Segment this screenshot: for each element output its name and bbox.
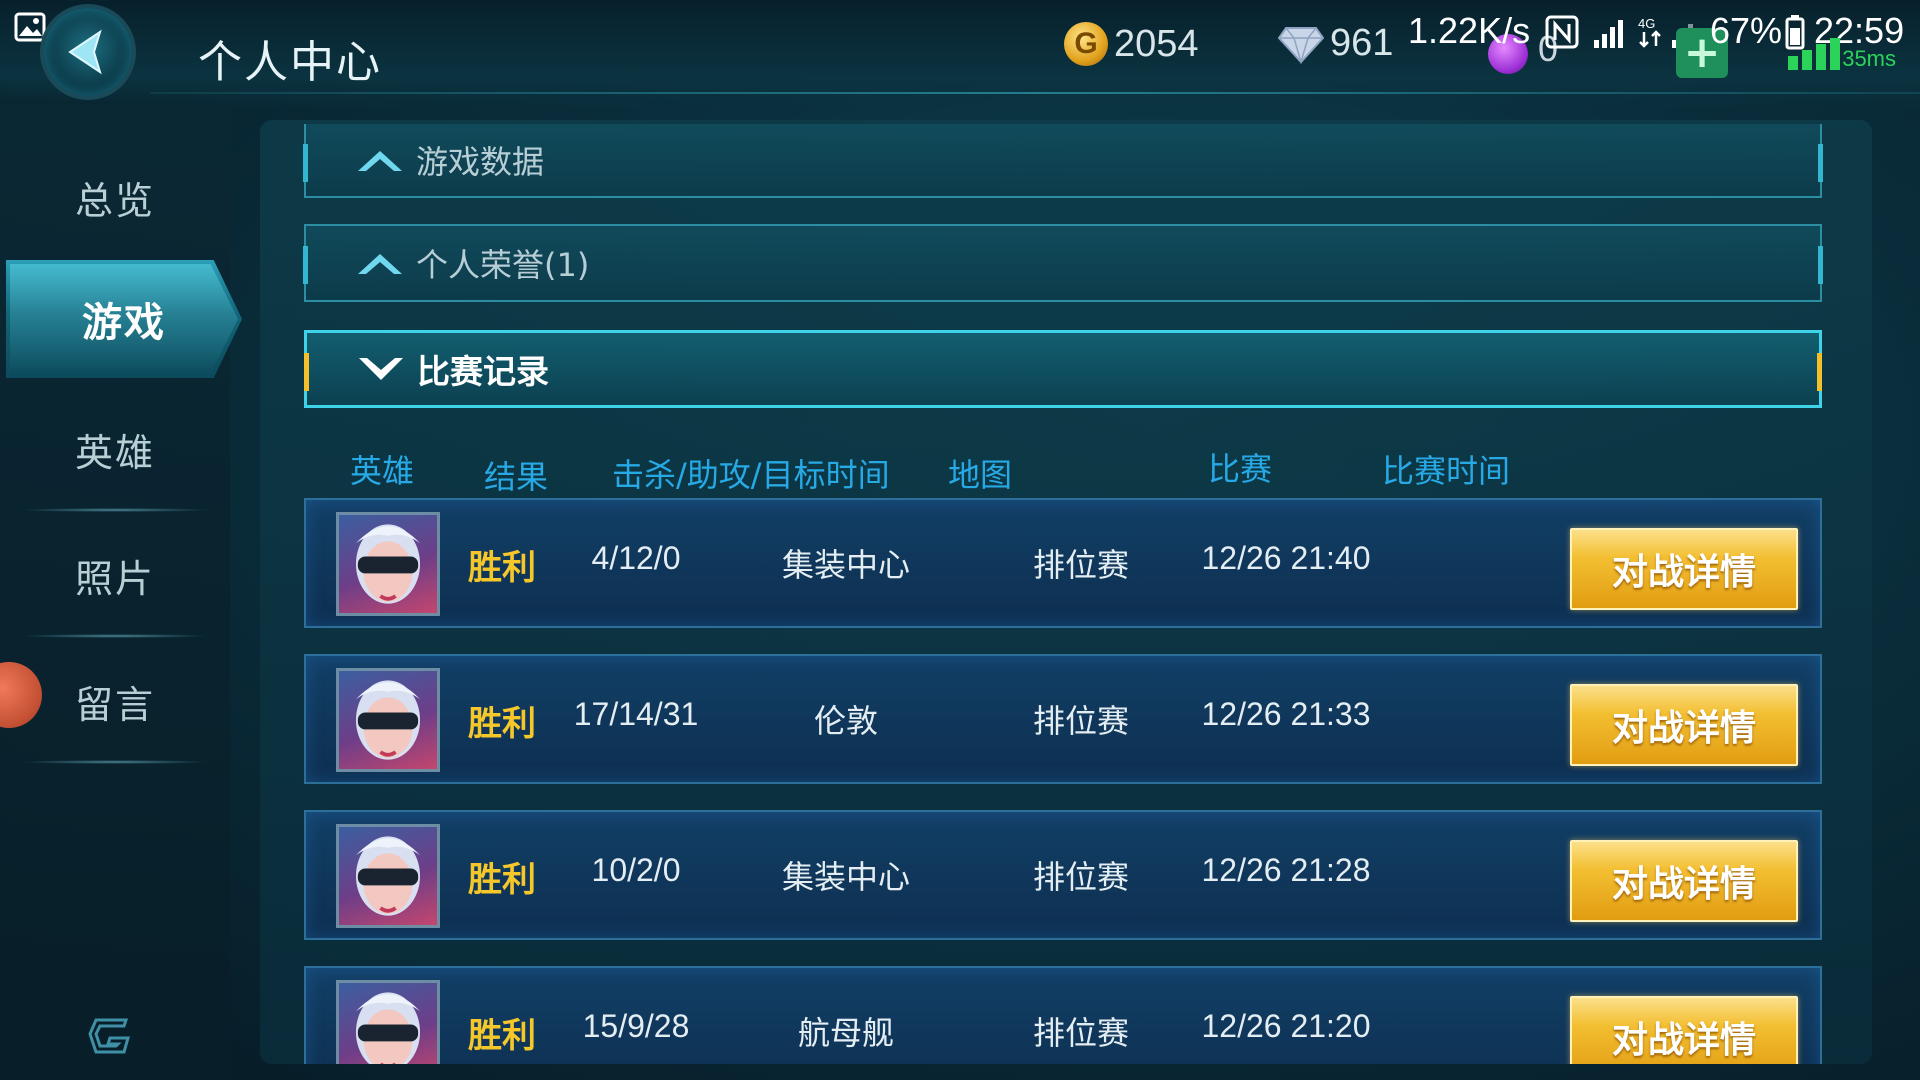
sidebar-item-label: 总览 <box>74 178 155 223</box>
battle-details-button[interactable]: 对战详情 <box>1570 528 1798 610</box>
hero-avatar <box>336 512 440 616</box>
section-game-data[interactable]: 游戏数据 <box>303 124 1823 198</box>
sidebar-divider <box>20 634 210 638</box>
match-result: 胜利 <box>468 705 536 743</box>
match-map: 集装中心 <box>781 547 910 583</box>
section-label: 游戏数据 <box>416 143 545 181</box>
hero-avatar <box>336 980 440 1064</box>
chevron-up-icon <box>358 254 402 274</box>
table-row[interactable]: 胜利 15/9/28 航母舰 排位赛 12/26 21:20 对战详情 <box>304 966 1822 1064</box>
column-header: 英雄 <box>350 452 415 490</box>
match-mode: 排位赛 <box>1032 547 1129 583</box>
sidebar-item-label: 留言 <box>74 682 155 727</box>
section-label: 个人荣誉(1) <box>416 246 590 284</box>
match-time: 12/26 21:28 <box>1201 852 1371 888</box>
section-label: 比赛记录 <box>417 352 549 391</box>
sidebar-item-label: 照片 <box>74 556 155 601</box>
sidebar-item-overview[interactable]: 总览 <box>0 142 230 252</box>
sidebar-item-label: 游戏 <box>82 300 166 346</box>
content-panel: 游戏数据 个人荣誉(1) 比赛记录 英雄 结果 击杀/助攻/目标时间 地图 比赛… <box>260 120 1872 1064</box>
match-map: 航母舰 <box>797 1015 894 1051</box>
gold-coin-icon: G <box>1064 22 1108 66</box>
match-kda: 15/9/28 <box>582 1008 690 1044</box>
back-button[interactable] <box>40 4 136 100</box>
sidebar-divider <box>20 760 210 764</box>
battle-details-button[interactable]: 对战详情 <box>1570 684 1798 766</box>
match-map: 集装中心 <box>781 859 910 895</box>
back-arrow-icon <box>68 29 102 75</box>
net-speed: 1.22K/s <box>1408 10 1531 51</box>
battle-details-button[interactable]: 对战详情 <box>1570 996 1798 1064</box>
sidebar-item-label: 英雄 <box>74 430 155 475</box>
match-mode: 排位赛 <box>1032 859 1129 895</box>
sidebar-item-photos[interactable]: 照片 <box>0 520 230 638</box>
diamond-amount: 961 <box>1330 22 1394 64</box>
chevron-up-icon <box>358 151 402 171</box>
sidebar: 总览 游戏 英雄 照片 留言 <box>0 104 242 1080</box>
match-kda: 17/14/31 <box>573 696 699 732</box>
match-result: 胜利 <box>468 861 536 899</box>
table-row[interactable]: 胜利 10/2/0 集装中心 排位赛 12/26 21:28 对战详情 <box>304 810 1822 940</box>
game-logo-icon <box>88 1018 130 1054</box>
match-result: 胜利 <box>468 1017 536 1055</box>
column-header: 击杀/助攻/目标时间 <box>612 456 890 494</box>
match-time: 12/26 21:33 <box>1201 696 1371 732</box>
sidebar-item-heroes[interactable]: 英雄 <box>0 394 230 512</box>
gold-amount: 2054 <box>1114 22 1199 65</box>
hero-avatar <box>336 824 440 928</box>
match-mode: 排位赛 <box>1032 1015 1129 1051</box>
battle-details-button[interactable]: 对战详情 <box>1570 840 1798 922</box>
nfc-icon <box>1545 15 1579 49</box>
battery-percent: 67% <box>1710 10 1783 51</box>
table-row[interactable]: 胜利 17/14/31 伦敦 排位赛 12/26 21:33 对战详情 <box>304 654 1822 784</box>
hero-avatar <box>336 668 440 772</box>
match-mode: 排位赛 <box>1032 703 1129 739</box>
sidebar-divider <box>20 508 210 512</box>
column-header: 地图 <box>948 456 1013 494</box>
signal-icon <box>1594 20 1623 48</box>
match-result: 胜利 <box>468 549 536 587</box>
section-match-records[interactable]: 比赛记录 <box>304 330 1822 408</box>
table-row[interactable]: 胜利 4/12/0 集装中心 排位赛 12/26 21:40 对战详情 <box>304 498 1822 628</box>
match-time: 12/26 21:20 <box>1201 1008 1371 1044</box>
section-personal-honor[interactable]: 个人荣誉(1) <box>303 224 1823 302</box>
sidebar-item-game[interactable]: 游戏 <box>6 260 242 378</box>
match-kda: 4/12/0 <box>591 540 681 576</box>
svg-text:4G: 4G <box>1638 16 1655 31</box>
page-title: 个人中心 <box>198 37 382 88</box>
match-map: 伦敦 <box>813 703 878 739</box>
diamond-counter: 961 <box>1278 22 1393 65</box>
chevron-down-icon <box>359 358 403 380</box>
table-header: 英雄 结果 击杀/助攻/目标时间 地图 比赛 比赛时间 <box>260 438 1872 498</box>
match-kda: 10/2/0 <box>591 852 681 888</box>
network-4g-icon: 4G <box>1638 16 1661 48</box>
column-header: 比赛时间 <box>1382 452 1511 490</box>
top-bar-divider <box>150 92 1920 94</box>
latency-bars-icon <box>1788 38 1840 70</box>
column-header: 比赛 <box>1208 450 1273 488</box>
gold-counter: G 2054 <box>1064 22 1199 66</box>
match-time: 12/26 21:40 <box>1201 540 1371 576</box>
diamond-icon <box>1278 26 1324 64</box>
column-header: 结果 <box>484 458 549 496</box>
ping-value: 35ms <box>1842 46 1896 71</box>
